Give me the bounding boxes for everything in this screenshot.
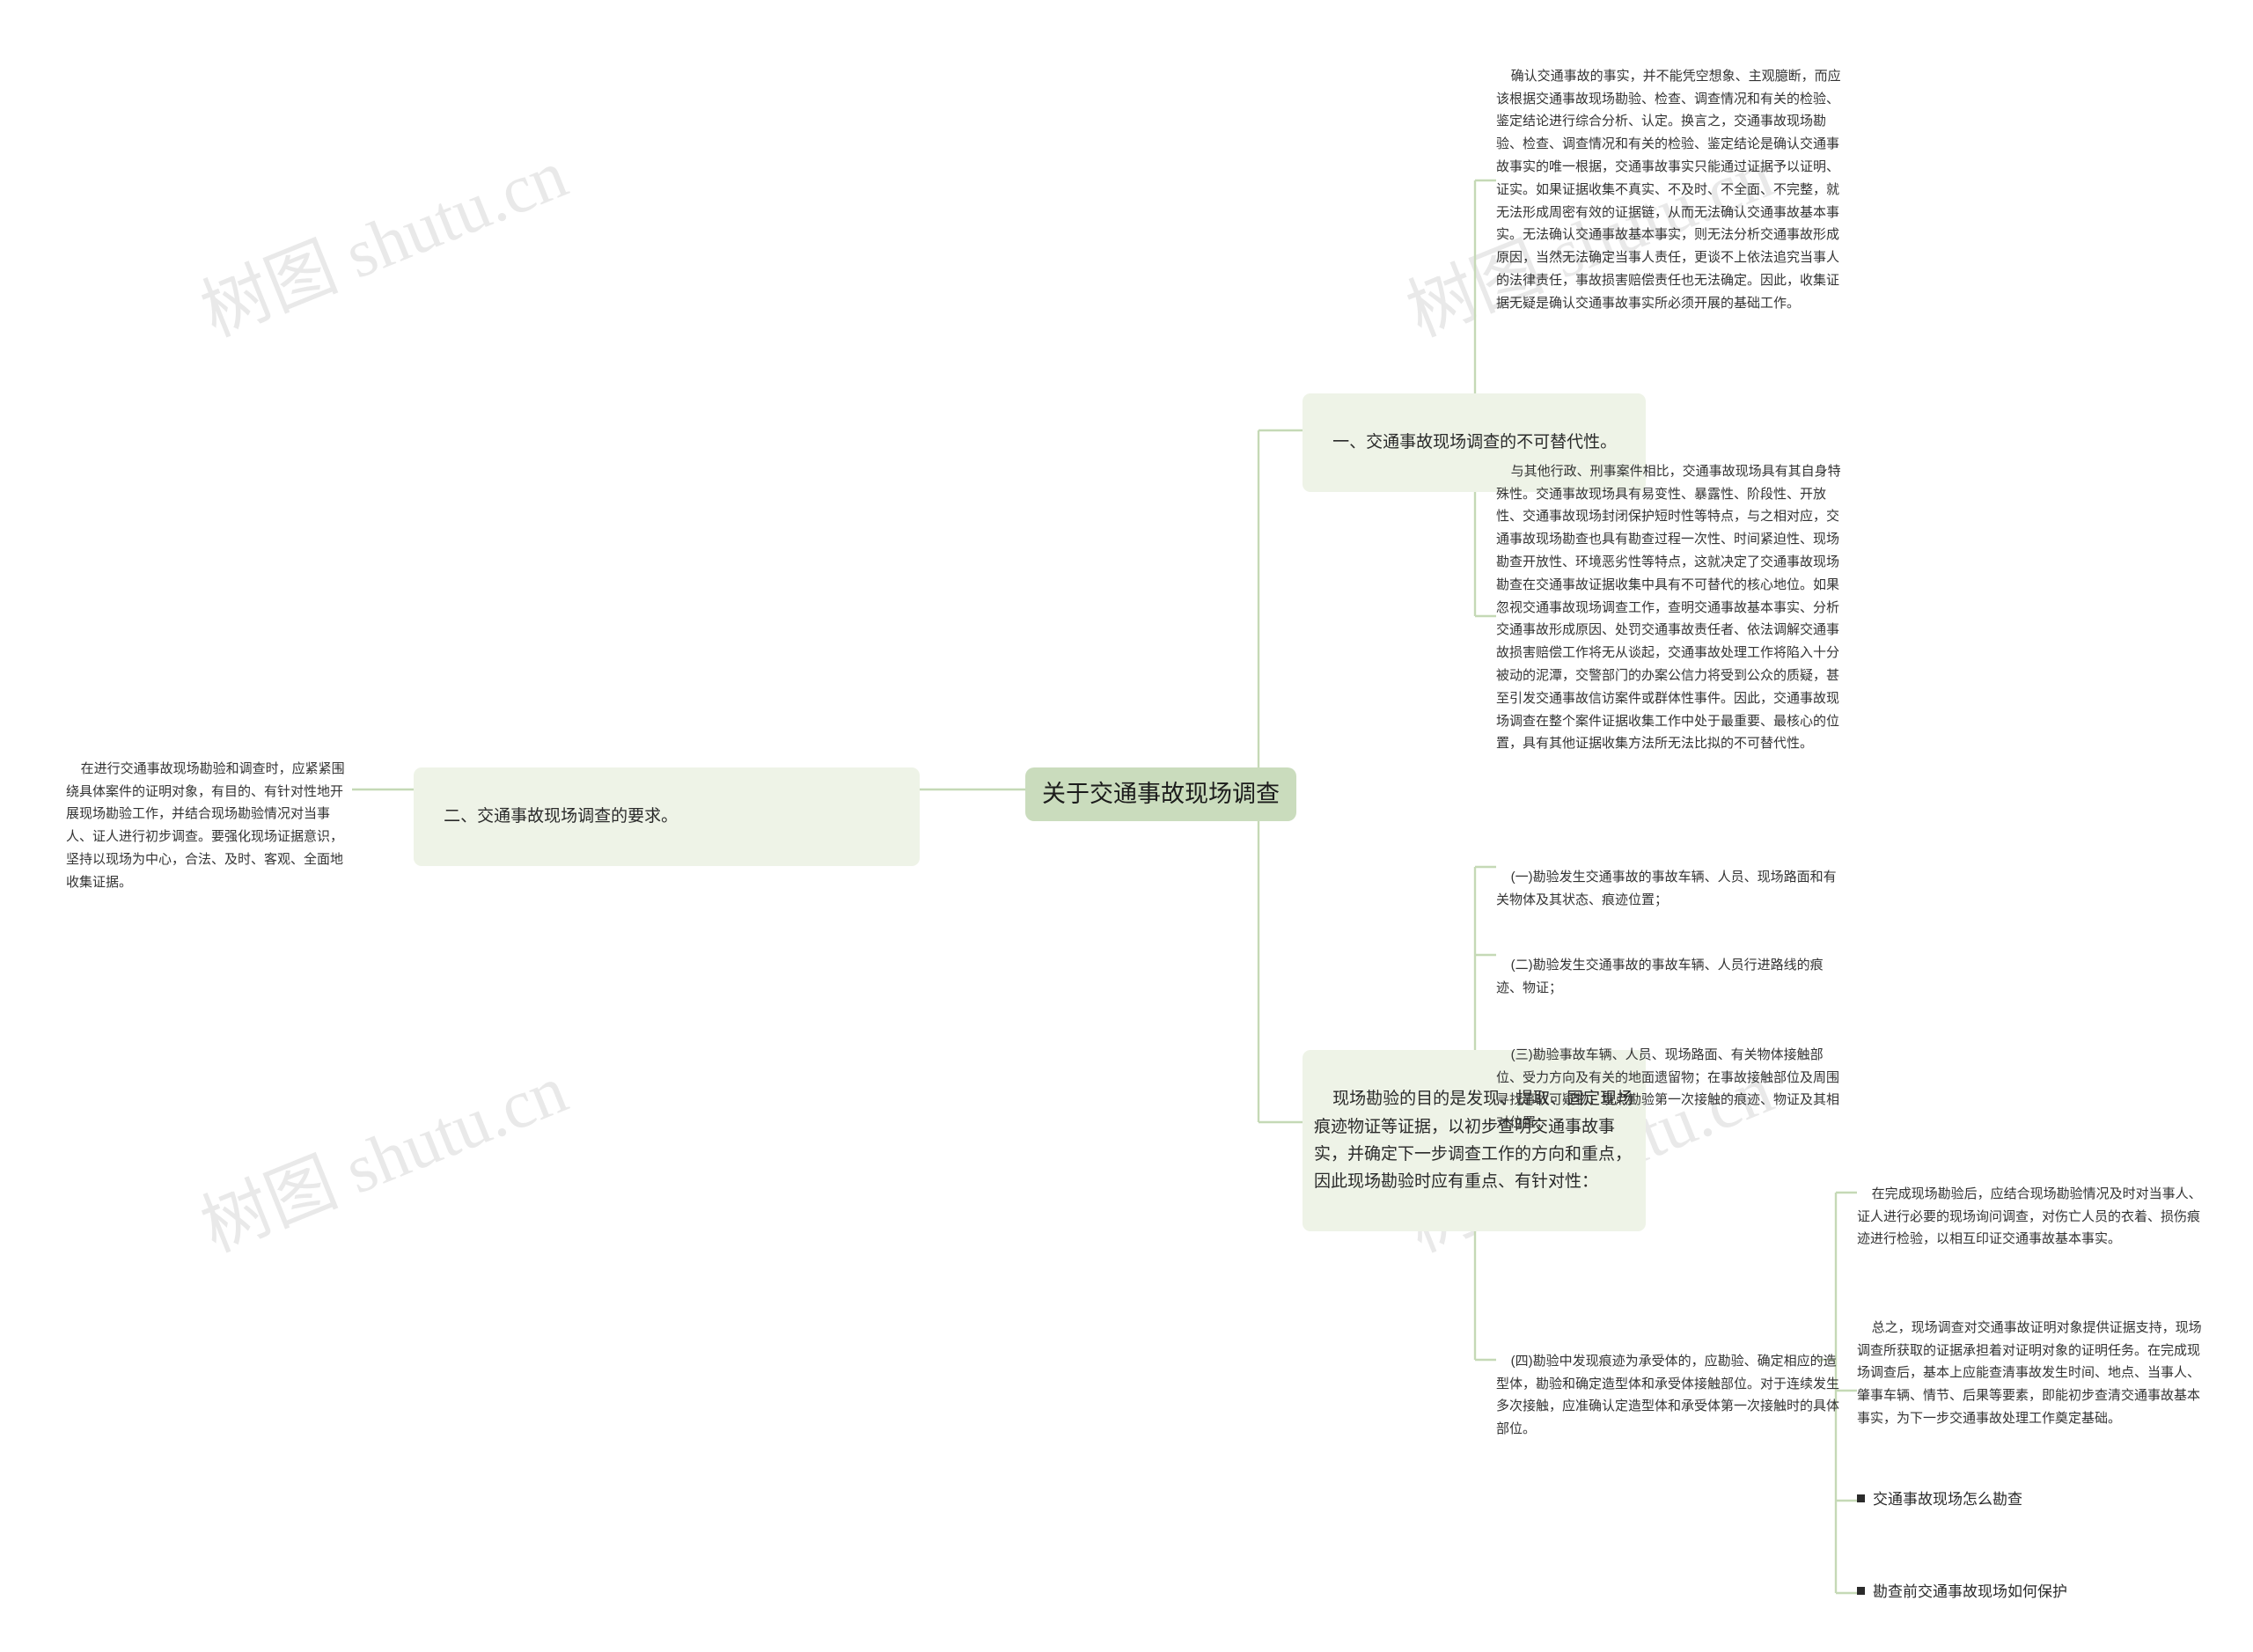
detail-left-requirements-text: 在进行交通事故现场勘验和调查时，应紧紧围绕具体案件的证明对象，有目的、有针对性地… xyxy=(66,760,345,890)
detail-evidence-confirmation-text: 确认交通事故的事实，并不能凭空想象、主观臆断，而应该根据交通事故现场勘验、检查、… xyxy=(1496,68,1841,311)
inspection-item-4[interactable]: (四)勘验中发现痕迹为承受体的，应勘验、确定相应的造型体，勘验和确定造型体和承受… xyxy=(1496,1327,1848,1464)
inspection-item-3[interactable]: (三)勘验事故车辆、人员、现场路面、有关物体接触部位、受力方向及有关的地面遗留物… xyxy=(1496,1021,1848,1157)
detail-evidence-confirmation[interactable]: 确认交通事故的事实，并不能凭空想象、主观臆断，而应该根据交通事故现场勘验、检查、… xyxy=(1496,42,1848,337)
detail-summary-conclusion[interactable]: 总之，现场调查对交通事故证明对象提供证据支持，现场调查所获取的证据承担着对证明对… xyxy=(1857,1294,2209,1453)
detail-scene-specialty[interactable]: 与其他行政、刑事案件相比，交通事故现场具有其自身特殊性。交通事故现场具有易变性、… xyxy=(1496,437,1848,778)
inspection-item-1[interactable]: (一)勘验发生交通事故的事故车辆、人员、现场路面和有关物体及其状态、痕迹位置； xyxy=(1496,843,1848,934)
detail-post-inspection-inquiry[interactable]: 在完成现场勘验后，应结合现场勘验情况及时对当事人、证人进行必要的现场询问调查，对… xyxy=(1857,1160,2209,1274)
detail-left-requirements[interactable]: 在进行交通事故现场勘验和调查时，应紧紧围绕具体案件的证明对象，有目的、有针对性地… xyxy=(66,735,352,916)
inspection-item-4-text: (四)勘验中发现痕迹为承受体的，应勘验、确定相应的造型体，勘验和确定造型体和承受… xyxy=(1496,1353,1840,1437)
related-link-1[interactable]: 交通事故现场怎么勘查 xyxy=(1857,1487,2227,1512)
inspection-item-1-text: (一)勘验发生交通事故的事故车辆、人员、现场路面和有关物体及其状态、痕迹位置； xyxy=(1496,869,1837,907)
watermark: 树图 shutu.cn xyxy=(191,135,577,351)
root-node-label: 关于交通事故现场调查 xyxy=(1042,781,1280,807)
related-link-2[interactable]: 勘查前交通事故现场如何保护 xyxy=(1857,1580,2227,1604)
inspection-item-2[interactable]: (二)勘验发生交通事故的事故车辆、人员行进路线的痕迹、物证； xyxy=(1496,931,1848,1022)
mindmap-canvas: 树图 shutu.cn 树图 shutu.cn 树图 shutu.cn 树图 s… xyxy=(0,0,2253,1652)
branch-node-requirements-label: 二、交通事故现场调查的要求。 xyxy=(444,807,679,826)
related-link-2-label: 勘查前交通事故现场如何保护 xyxy=(1873,1583,2067,1600)
detail-post-inspection-inquiry-text: 在完成现场勘验后，应结合现场勘验情况及时对当事人、证人进行必要的现场询问调查，对… xyxy=(1857,1186,2202,1247)
detail-scene-specialty-text: 与其他行政、刑事案件相比，交通事故现场具有其自身特殊性。交通事故现场具有易变性、… xyxy=(1496,463,1841,752)
inspection-item-2-text: (二)勘验发生交通事故的事故车辆、人员行进路线的痕迹、物证； xyxy=(1496,957,1824,995)
detail-summary-conclusion-text: 总之，现场调查对交通事故证明对象提供证据支持，现场调查所获取的证据承担着对证明对… xyxy=(1857,1319,2202,1426)
inspection-item-3-text: (三)勘验事故车辆、人员、现场路面、有关物体接触部位、受力方向及有关的地面遗留物… xyxy=(1496,1046,1840,1131)
branch-node-requirements[interactable]: 二、交通事故现场调查的要求。 xyxy=(414,767,920,867)
watermark: 树图 shutu.cn xyxy=(191,1050,577,1267)
bullet-icon xyxy=(1857,1494,1865,1502)
related-link-1-label: 交通事故现场怎么勘查 xyxy=(1873,1491,2022,1508)
bullet-icon xyxy=(1857,1587,1865,1595)
root-node[interactable]: 关于交通事故现场调查 xyxy=(1025,767,1296,822)
